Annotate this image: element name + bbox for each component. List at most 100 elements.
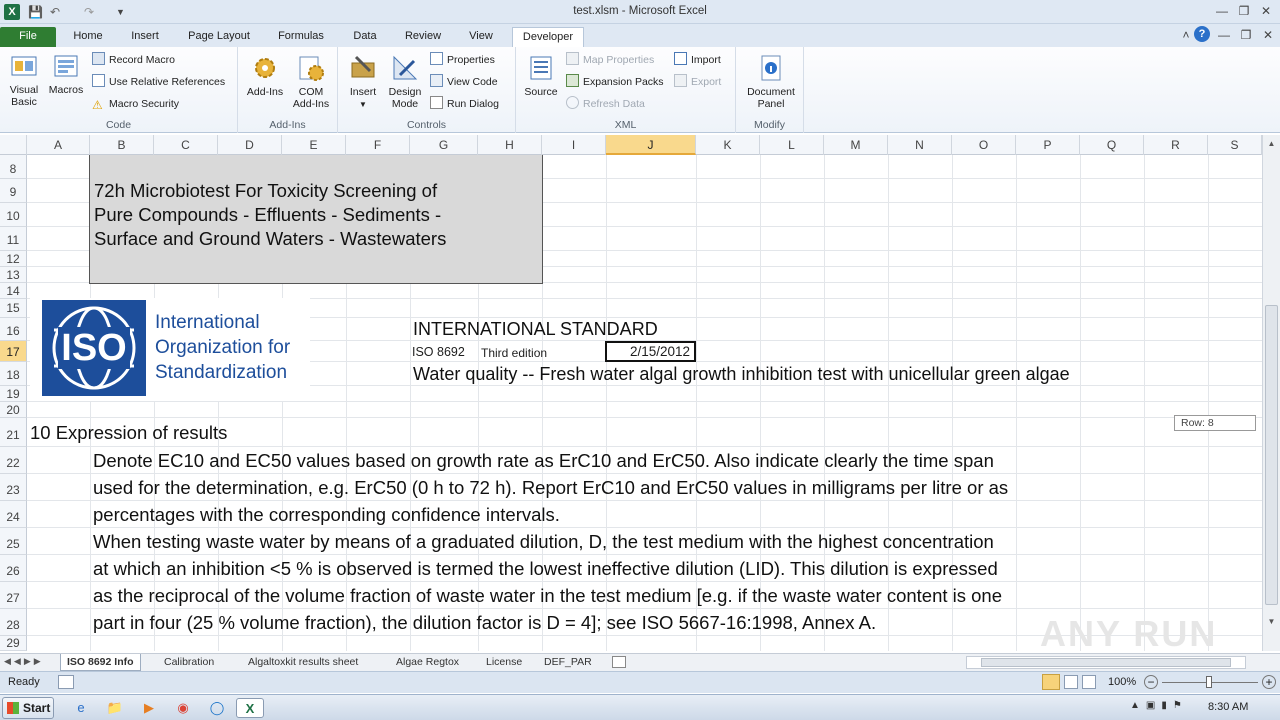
row-header[interactable]: 12	[0, 251, 27, 267]
macro-record-icon[interactable]	[58, 675, 74, 689]
help-icon[interactable]: ?	[1194, 26, 1210, 42]
workbook-restore-icon[interactable]: ❐	[1236, 27, 1256, 43]
media-player-icon[interactable]: ▶	[138, 698, 160, 718]
macros-button[interactable]: Macros	[46, 51, 86, 96]
record-macro-button[interactable]: Record Macro	[92, 51, 175, 69]
row-header[interactable]: 23	[0, 474, 27, 501]
page-layout-view-icon[interactable]	[1064, 675, 1078, 689]
row-header[interactable]: 10	[0, 203, 27, 227]
row-header[interactable]: 13	[0, 267, 27, 283]
horizontal-scroll-thumb[interactable]	[981, 658, 1231, 667]
page-break-view-icon[interactable]	[1082, 675, 1096, 689]
explorer-icon[interactable]: 📁	[104, 698, 126, 718]
row-header[interactable]: 28	[0, 609, 27, 636]
restore-icon[interactable]: ❐	[1234, 3, 1254, 19]
column-header-o[interactable]: O	[952, 135, 1016, 155]
tab-insert[interactable]: Insert	[122, 27, 168, 47]
row-header[interactable]: 19	[0, 386, 27, 402]
minimize-icon[interactable]: —	[1212, 3, 1232, 19]
column-header-r[interactable]: R	[1144, 135, 1208, 155]
sheet-tab-algaltoxkit[interactable]: Algaltoxkit results sheet	[242, 654, 364, 671]
ie-icon[interactable]: e	[70, 698, 92, 718]
column-header-l[interactable]: L	[760, 135, 824, 155]
row-header[interactable]: 27	[0, 582, 27, 609]
select-all-corner[interactable]	[0, 135, 27, 155]
row-header[interactable]: 9	[0, 179, 27, 203]
edge-icon[interactable]: ◯	[206, 698, 228, 718]
horizontal-scrollbar[interactable]	[966, 656, 1246, 669]
column-header-e[interactable]: E	[282, 135, 346, 155]
row-header[interactable]: 16	[0, 318, 27, 341]
sheet-tab-algae-regtox[interactable]: Algae Regtox	[390, 654, 465, 671]
column-header-m[interactable]: M	[824, 135, 888, 155]
sheet-tab-calibration[interactable]: Calibration	[158, 654, 220, 671]
column-header-q[interactable]: Q	[1080, 135, 1144, 155]
scroll-up-icon[interactable]: ▲	[1265, 139, 1278, 151]
row-header[interactable]: 29	[0, 636, 27, 651]
row-header[interactable]: 8	[0, 155, 27, 179]
ribbon-minimize-icon[interactable]: ˄	[1176, 27, 1196, 43]
tab-formulas[interactable]: Formulas	[270, 27, 332, 47]
source-button[interactable]: Source	[520, 53, 562, 98]
column-header-f[interactable]: F	[346, 135, 410, 155]
zoom-out-icon[interactable]: −	[1144, 675, 1158, 689]
tab-review[interactable]: Review	[398, 27, 448, 47]
column-header-d[interactable]: D	[218, 135, 282, 155]
import-button[interactable]: Import	[674, 51, 721, 69]
map-properties-button[interactable]: Map Properties	[566, 51, 654, 69]
system-tray-icons[interactable]: ▲▣▮⚑	[1130, 700, 1188, 711]
sheet-tab-def-par[interactable]: DEF_PAR	[538, 654, 598, 671]
sheet-tab-license[interactable]: License	[480, 654, 528, 671]
expansion-packs-button[interactable]: Expansion Packs	[566, 73, 664, 91]
run-dialog-button[interactable]: Run Dialog	[430, 95, 499, 113]
add-ins-button[interactable]: Add-Ins	[244, 53, 286, 98]
vertical-scrollbar[interactable]: ▲ ▼	[1262, 135, 1280, 651]
scroll-thumb[interactable]	[1265, 305, 1278, 605]
com-add-ins-button[interactable]: COM Add-Ins	[288, 53, 334, 110]
row-header[interactable]: 17	[0, 341, 27, 362]
view-code-button[interactable]: View Code	[430, 73, 498, 91]
tab-file[interactable]: File	[0, 27, 56, 47]
tab-data[interactable]: Data	[344, 27, 386, 47]
scroll-down-icon[interactable]: ▼	[1265, 617, 1278, 629]
chrome-icon[interactable]: ◉	[172, 698, 194, 718]
tab-view[interactable]: View	[460, 27, 502, 47]
column-header-b[interactable]: B	[90, 135, 154, 155]
worksheet-grid[interactable]: 8 9 10 11 12 13 14 15 16 17 18 19 20 21 …	[0, 155, 1262, 651]
refresh-data-button[interactable]: Refresh Data	[566, 95, 645, 113]
tab-developer[interactable]: Developer	[512, 27, 584, 47]
workbook-close-icon[interactable]: ✕	[1258, 27, 1278, 43]
tab-home[interactable]: Home	[66, 27, 110, 47]
start-button[interactable]: Start	[2, 697, 54, 719]
column-header-h[interactable]: H	[478, 135, 542, 155]
selected-cell-j17[interactable]: 2/15/2012	[605, 341, 696, 362]
column-header-i[interactable]: I	[542, 135, 606, 155]
zoom-in-icon[interactable]: +	[1262, 675, 1276, 689]
row-header[interactable]: 26	[0, 555, 27, 582]
insert-sheet-icon[interactable]	[612, 656, 626, 668]
row-header[interactable]: 14	[0, 283, 27, 299]
export-button[interactable]: Export	[674, 73, 721, 91]
document-panel-button[interactable]: Document Panel	[740, 53, 802, 110]
column-header-j[interactable]: J	[606, 135, 696, 155]
column-header-n[interactable]: N	[888, 135, 952, 155]
column-header-k[interactable]: K	[696, 135, 760, 155]
zoom-slider-thumb[interactable]	[1206, 676, 1212, 688]
excel-taskbar-icon[interactable]: X	[236, 698, 264, 718]
column-header-s[interactable]: S	[1208, 135, 1262, 155]
row-header[interactable]: 15	[0, 299, 27, 318]
column-header-p[interactable]: P	[1016, 135, 1080, 155]
workbook-minimize-icon[interactable]: —	[1214, 27, 1234, 43]
title-text-box[interactable]: 72h Microbiotest For Toxicity Screening …	[89, 155, 543, 284]
visual-basic-button[interactable]: Visual Basic	[4, 51, 44, 108]
row-header[interactable]: 11	[0, 227, 27, 251]
row-header[interactable]: 18	[0, 362, 27, 386]
macro-security-button[interactable]: ⚠ Macro Security	[92, 95, 179, 113]
insert-control-button[interactable]: Insert ▼	[344, 53, 382, 111]
column-header-a[interactable]: A	[27, 135, 90, 155]
properties-button[interactable]: Properties	[430, 51, 495, 69]
close-icon[interactable]: ✕	[1256, 3, 1276, 19]
tab-page-layout[interactable]: Page Layout	[180, 27, 258, 47]
zoom-level[interactable]: 100%	[1108, 676, 1136, 688]
relative-references-button[interactable]: Use Relative References	[92, 73, 225, 91]
